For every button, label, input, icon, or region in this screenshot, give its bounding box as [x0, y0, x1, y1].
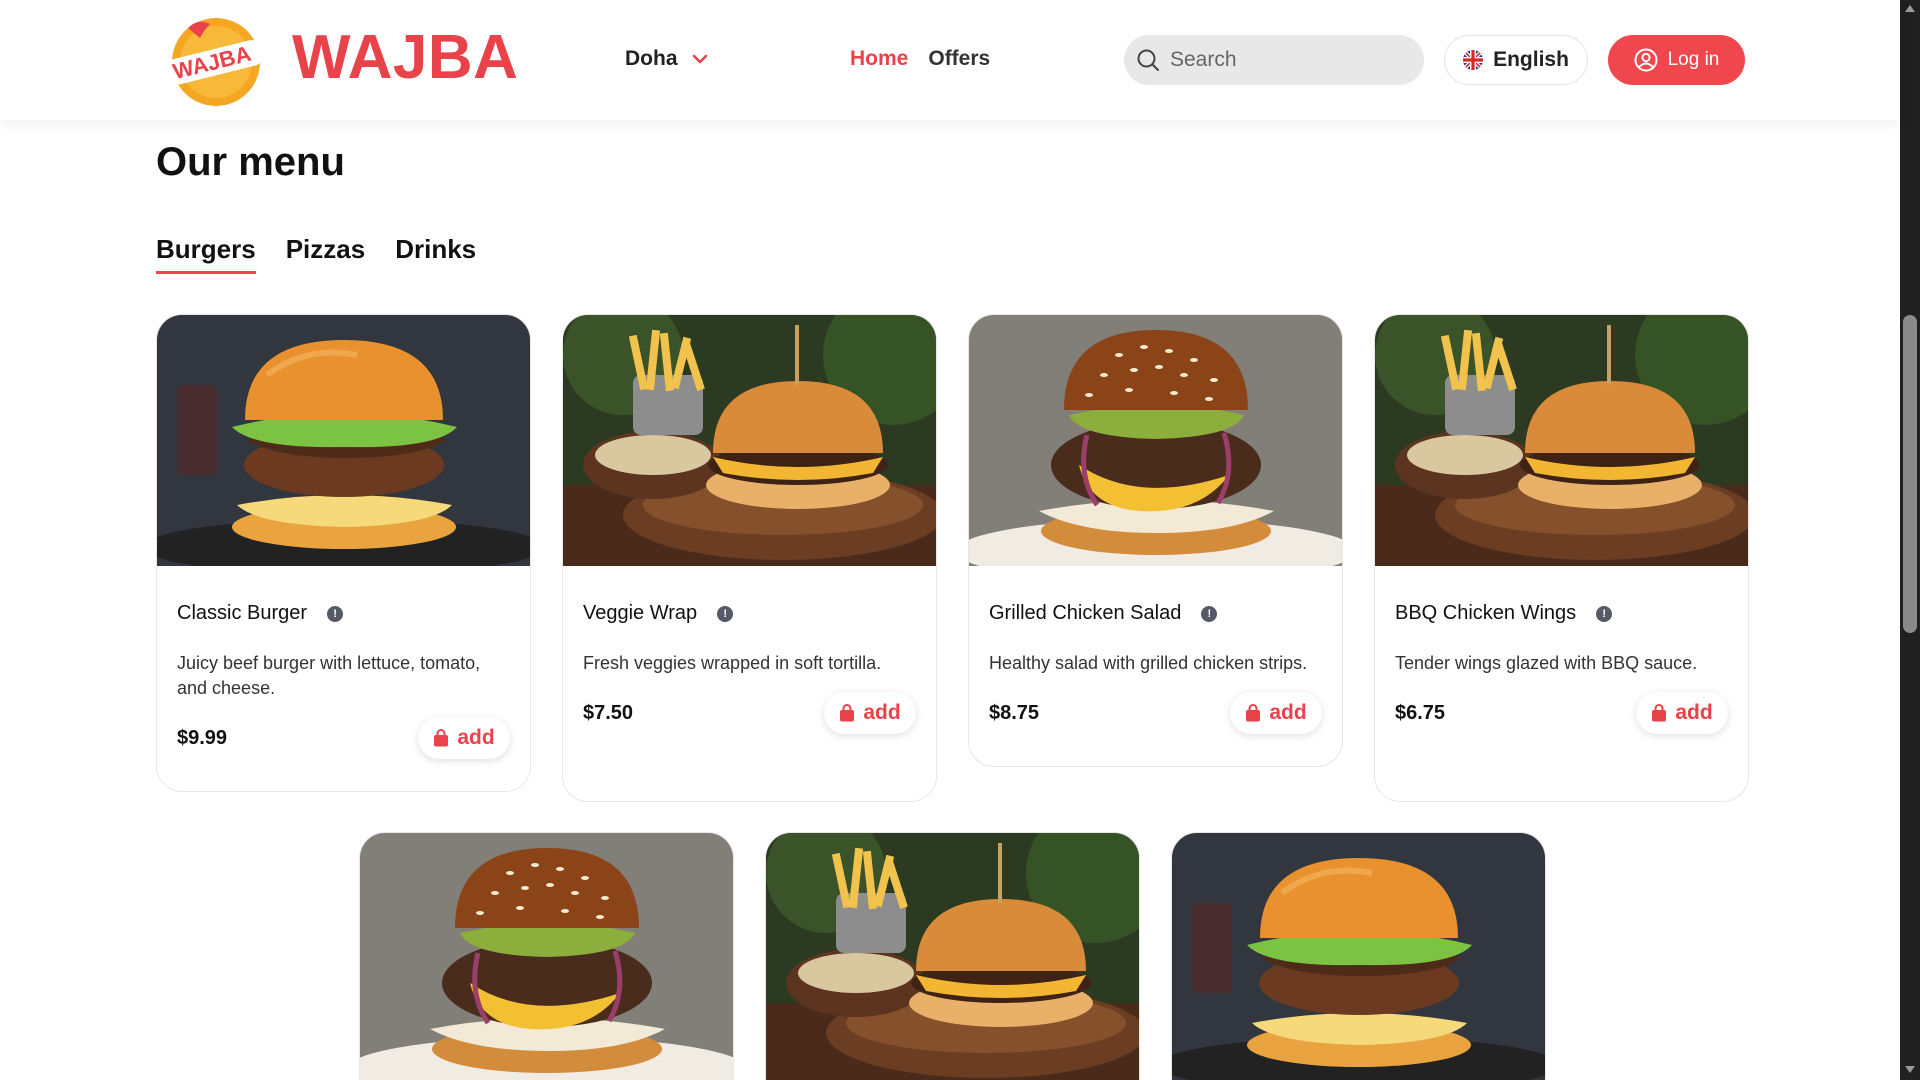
- menu-item-price: $6.75: [1395, 701, 1446, 724]
- menu-card-bbq-chicken-wings[interactable]: BBQ Chicken Wings ! Tender wings glazed …: [1374, 314, 1749, 802]
- menu-item-name: BBQ Chicken Wings: [1395, 602, 1577, 624]
- menu-item-price: $9.99: [177, 726, 228, 749]
- info-icon[interactable]: !: [327, 605, 344, 622]
- add-label: add: [863, 701, 901, 724]
- add-label: add: [1269, 701, 1307, 724]
- scroll-down-arrow-icon[interactable]: [1905, 1066, 1915, 1073]
- menu-card-classic-burger[interactable]: Classic Burger ! Juicy beef burger with …: [156, 314, 531, 792]
- menu-item-description: Healthy salad with grilled chicken strip…: [989, 653, 1308, 673]
- menu-item-image: [766, 833, 1139, 1080]
- menu-item-description: Tender wings glazed with BBQ sauce.: [1395, 653, 1698, 673]
- shopping-bag-icon: [1246, 704, 1261, 722]
- menu-item-image: [1375, 315, 1748, 566]
- menu-item-image: [1172, 833, 1545, 1080]
- menu-item-image: [360, 833, 733, 1080]
- menu-item-price: $7.50: [583, 701, 634, 724]
- add-to-cart-button[interactable]: add: [1230, 692, 1322, 734]
- add-to-cart-button[interactable]: add: [418, 717, 510, 759]
- shopping-bag-icon: [840, 704, 855, 722]
- menu-item-name: Veggie Wrap: [583, 602, 698, 624]
- add-to-cart-button[interactable]: add: [1636, 692, 1728, 734]
- page-title: Our menu: [156, 140, 345, 184]
- menu-item-image: [157, 315, 530, 566]
- chevron-down-icon: [692, 54, 707, 64]
- search-box[interactable]: [1124, 35, 1424, 85]
- menu-item-description: Fresh veggies wrapped in soft tortilla.: [583, 653, 882, 673]
- menu-card-veggie-wrap[interactable]: Veggie Wrap ! Fresh veggies wrapped in s…: [562, 314, 937, 802]
- info-icon[interactable]: !: [1596, 605, 1613, 622]
- add-label: add: [1675, 701, 1713, 724]
- search-icon: [1137, 49, 1159, 71]
- info-icon[interactable]: !: [717, 605, 734, 622]
- menu-item-description: Juicy beef burger with lettuce, tomato, …: [177, 653, 481, 698]
- city-label: Doha: [625, 47, 678, 70]
- login-button[interactable]: Log in: [1608, 35, 1745, 85]
- menu-tabs: Burgers Pizzas Drinks: [156, 234, 476, 274]
- menu-card[interactable]: [359, 832, 734, 1080]
- menu-item-name: Classic Burger: [177, 602, 308, 624]
- shopping-bag-icon: [434, 729, 449, 747]
- tab-drinks[interactable]: Drinks: [395, 234, 476, 274]
- menu-item-image: [563, 315, 936, 566]
- scrollbar-thumb[interactable]: [1903, 315, 1917, 633]
- user-circle-icon: [1634, 48, 1658, 72]
- logo-badge-icon[interactable]: WAJBA: [156, 10, 268, 110]
- login-label: Log in: [1667, 49, 1720, 70]
- menu-card[interactable]: [765, 832, 1140, 1080]
- nav-home[interactable]: Home: [850, 47, 908, 71]
- info-icon[interactable]: !: [1201, 605, 1218, 622]
- menu-item-price: $8.75: [989, 701, 1040, 724]
- add-to-cart-button[interactable]: add: [824, 692, 916, 734]
- nav-offers[interactable]: Offers: [928, 47, 990, 71]
- menu-item-image: [969, 315, 1342, 566]
- uk-flag-icon: [1463, 50, 1484, 70]
- scroll-up-arrow-icon[interactable]: [1905, 5, 1915, 12]
- tab-pizzas[interactable]: Pizzas: [286, 234, 366, 274]
- menu-item-name: Grilled Chicken Salad: [989, 602, 1182, 624]
- search-input[interactable]: [1170, 48, 1400, 72]
- city-selector[interactable]: Doha: [625, 47, 708, 71]
- brand-name[interactable]: WAJBA: [292, 22, 518, 93]
- language-label: English: [1493, 48, 1569, 71]
- top-header: WAJBA WAJBA Doha Home Offers Eng: [0, 0, 1900, 120]
- menu-card[interactable]: [1171, 832, 1546, 1080]
- tab-burgers[interactable]: Burgers: [156, 234, 256, 274]
- shopping-bag-icon: [1652, 704, 1667, 722]
- add-label: add: [457, 726, 495, 749]
- menu-card-grilled-chicken-salad[interactable]: Grilled Chicken Salad ! Healthy salad wi…: [968, 314, 1343, 767]
- language-selector[interactable]: English: [1444, 35, 1588, 85]
- main-nav: Home Offers: [850, 47, 990, 71]
